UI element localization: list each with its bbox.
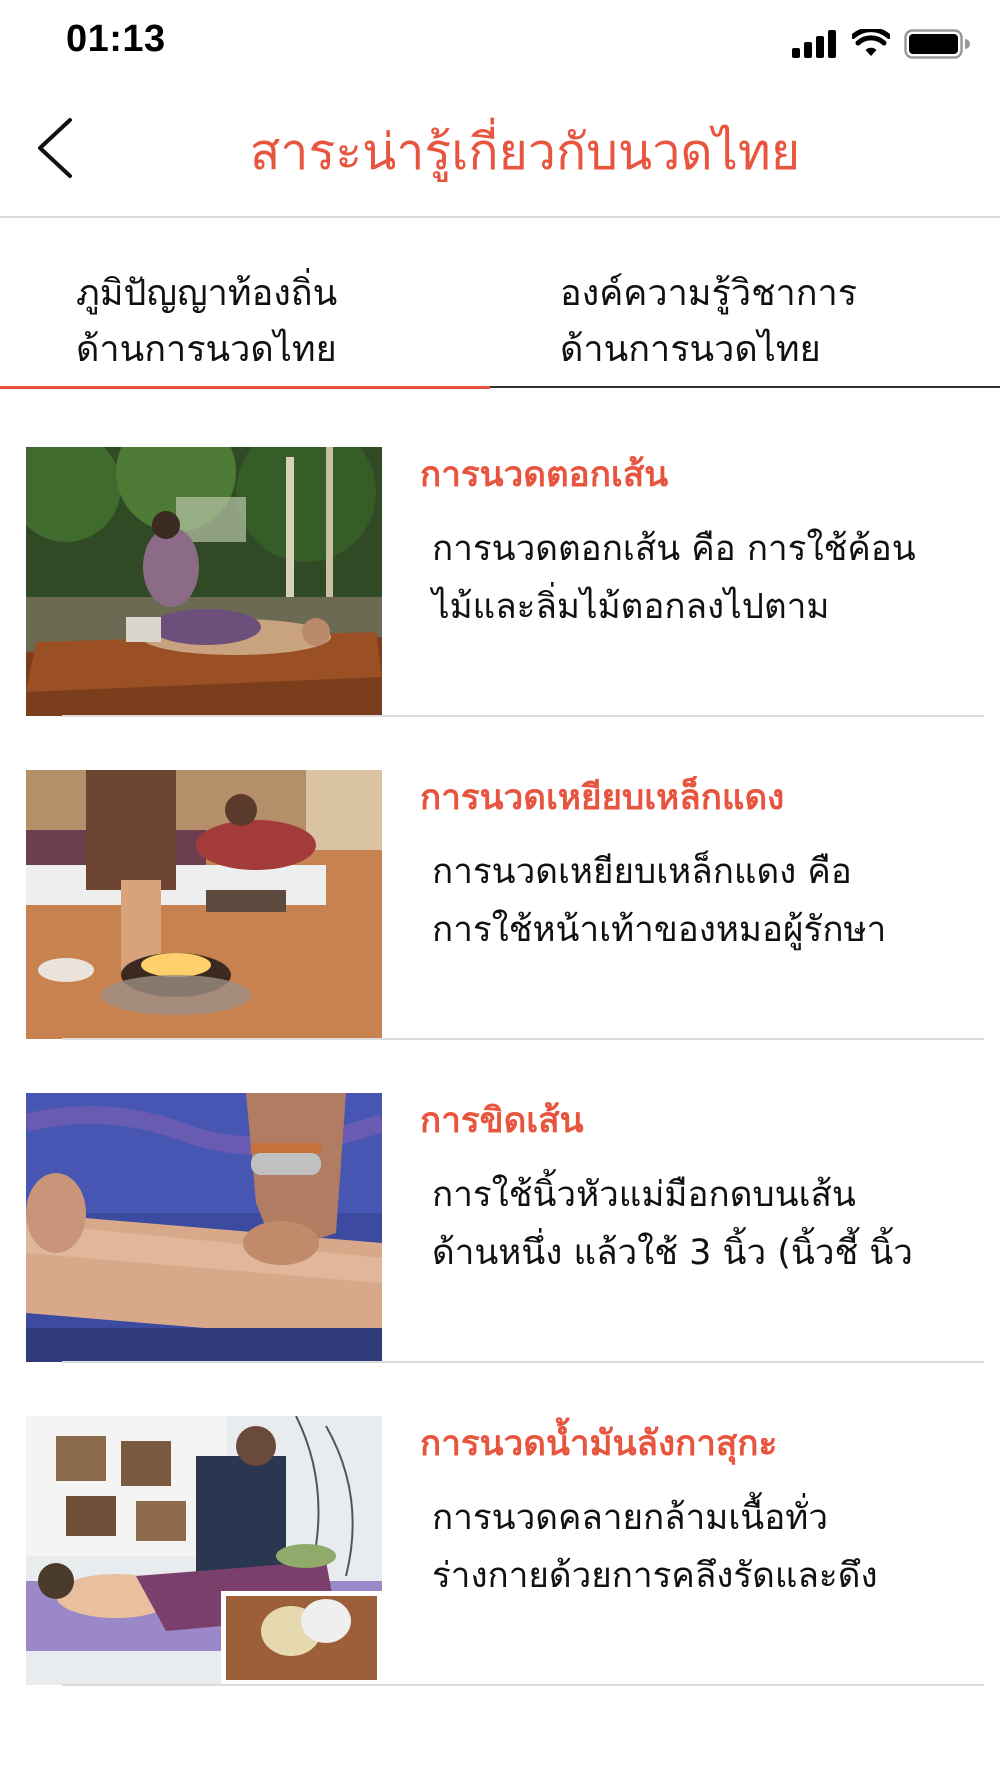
- tab-bar: ภูมิปัญญาท้องถิ่น ด้านการนวดไทย องค์ความ…: [0, 218, 1000, 390]
- status-bar: 01:13: [0, 0, 1000, 90]
- status-icons: [792, 24, 970, 64]
- status-time: 01:13: [66, 18, 166, 60]
- list-item[interactable]: การนวดเหยียบเหล็กแดง การนวดเหยียบเหล็กแด…: [0, 713, 1000, 1040]
- photo-tapping-massage: [26, 447, 382, 716]
- excerpt-line: ไม้และลิ่มไม้ตอกลงไปตาม: [432, 587, 830, 627]
- tab-local-wisdom[interactable]: ภูมิปัญญาท้องถิ่น ด้านการนวดไทย: [0, 218, 490, 388]
- photo-oil-massage: [26, 1416, 382, 1685]
- photo-hot-iron-foot-massage: [26, 770, 382, 1039]
- tab-label-line2: ด้านการนวดไทย: [76, 329, 337, 370]
- page-title: สาระน่ารู้เกี่ยวกับนวดไทย: [249, 123, 801, 181]
- tab-label-line2: ด้านการนวดไทย: [560, 329, 821, 370]
- divider: [62, 1684, 984, 1686]
- article-excerpt: การนวดตอกเส้น คือ การใช้ค้อน ไม้และลิ่มไ…: [432, 520, 972, 636]
- article-title: การนวดเหยียบเหล็กแดง: [420, 778, 785, 818]
- article-excerpt: การนวดเหยียบเหล็กแดง คือ การใช้หน้าเท้าข…: [432, 843, 972, 959]
- excerpt-line: การนวดคลายกล้ามเนื้อทั่ว: [432, 1498, 828, 1538]
- tab-label-line1: องค์ความรู้วิชาการ: [560, 273, 858, 314]
- article-title: การนวดน้ำมันลังกาสุกะ: [420, 1424, 778, 1464]
- list-item[interactable]: การนวดน้ำมันลังกาสุกะ การนวดคลายกล้ามเนื…: [0, 1359, 1000, 1686]
- tab-label-line1: ภูมิปัญญาท้องถิ่น: [76, 273, 338, 314]
- article-title: การขิดเส้น: [420, 1101, 584, 1141]
- excerpt-line: การนวดตอกเส้น คือ การใช้ค้อน: [432, 529, 916, 569]
- list-item[interactable]: การขิดเส้น การใช้นิ้วหัวแม่มือกดบนเส้น ด…: [0, 1036, 1000, 1363]
- excerpt-line: การนวดเหยียบเหล็กแดง คือ: [432, 852, 852, 892]
- wifi-icon: [852, 29, 890, 56]
- excerpt-line: ร่างกายด้วยการคลึงรัดและดึง: [432, 1556, 878, 1596]
- back-button[interactable]: [22, 110, 86, 186]
- cellular-signal-icon: [792, 30, 836, 58]
- excerpt-line: การใช้นิ้วหัวแม่มือกดบนเส้น: [432, 1175, 856, 1215]
- nav-header: สาระน่ารู้เกี่ยวกับนวดไทย: [0, 90, 1000, 218]
- tab-bar-baseline: [490, 386, 1000, 388]
- tab-academic-knowledge[interactable]: องค์ความรู้วิชาการ ด้านการนวดไทย: [490, 218, 1000, 388]
- chevron-left-icon: [38, 118, 72, 178]
- list-item[interactable]: การนวดตอกเส้น การนวดตอกเส้น คือ การใช้ค้…: [0, 390, 1000, 717]
- tab-label: ภูมิปัญญาท้องถิ่น ด้านการนวดไทย: [76, 266, 337, 378]
- photo-thumb-pressing-arm: [26, 1093, 382, 1362]
- article-excerpt: การใช้นิ้วหัวแม่มือกดบนเส้น ด้านหนึ่ง แล…: [432, 1166, 972, 1282]
- excerpt-line: ด้านหนึ่ง แล้วใช้ 3 นิ้ว (นิ้วชี้ นิ้ว: [432, 1233, 913, 1273]
- tab-label: องค์ความรู้วิชาการ ด้านการนวดไทย: [560, 266, 857, 378]
- active-tab-indicator: [0, 386, 490, 389]
- article-excerpt: การนวดคลายกล้ามเนื้อทั่ว ร่างกายด้วยการค…: [432, 1489, 972, 1605]
- excerpt-line: การใช้หน้าเท้าของหมอผู้รักษา: [432, 910, 887, 950]
- battery-icon: [904, 29, 970, 59]
- article-title: การนวดตอกเส้น: [420, 455, 669, 495]
